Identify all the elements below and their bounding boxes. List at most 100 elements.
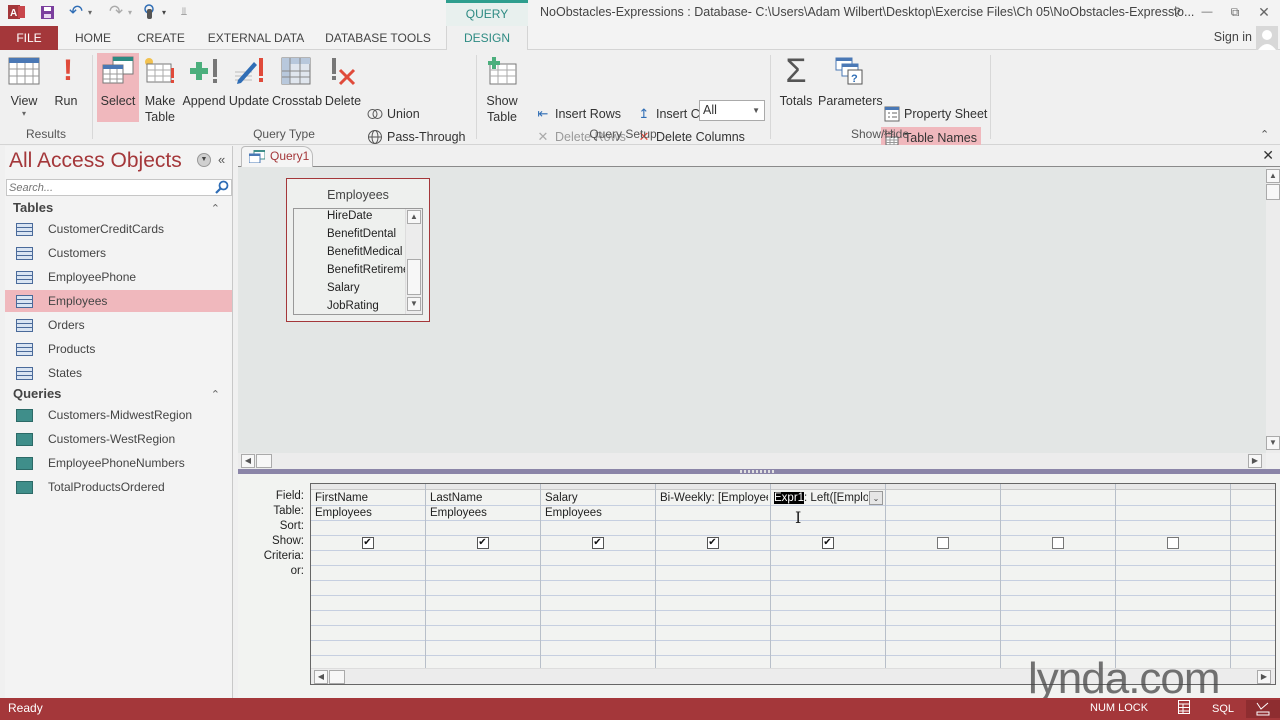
crosstab-button[interactable]: Crosstab: [272, 53, 322, 109]
nav-query-item[interactable]: EmployeePhoneNumbers: [5, 452, 232, 474]
scroll-up-icon[interactable]: ▲: [407, 210, 421, 224]
run-button[interactable]: ! Run: [50, 53, 82, 109]
nav-query-item[interactable]: TotalProductsOrdered: [5, 476, 232, 498]
field-list-item[interactable]: BenefitMedical: [327, 246, 417, 258]
user-avatar-icon[interactable]: [1256, 26, 1278, 50]
splitter-grip[interactable]: [740, 470, 776, 473]
scroll-down-icon[interactable]: ▼: [407, 297, 421, 311]
field-cell[interactable]: Salary: [545, 492, 653, 504]
field-cell[interactable]: Expr1: Left([Employ: [774, 492, 868, 504]
scroll-left-icon[interactable]: ◀: [314, 670, 328, 684]
scroll-thumb[interactable]: [329, 670, 345, 684]
datasheet-view-button[interactable]: [1176, 700, 1192, 718]
customize-qat-icon[interactable]: ⫫: [178, 3, 190, 21]
column-selector[interactable]: [1001, 484, 1115, 490]
touch-dropdown-icon[interactable]: ▾: [160, 3, 168, 21]
sign-in-link[interactable]: Sign in: [1214, 30, 1252, 44]
nav-table-item[interactable]: Products: [5, 338, 232, 360]
show-checkbox[interactable]: ✔: [476, 537, 489, 549]
column-selector[interactable]: [426, 484, 540, 490]
select-query-button[interactable]: Select: [97, 53, 139, 122]
minimize-button[interactable]: —: [1196, 3, 1218, 21]
update-button[interactable]: Update: [228, 53, 270, 109]
tab-home[interactable]: HOME: [64, 26, 122, 50]
column-selector[interactable]: [886, 484, 1000, 490]
field-dropdown-icon[interactable]: ⌄: [869, 491, 883, 505]
undo-dropdown-icon[interactable]: ▾: [86, 3, 94, 21]
tab-create[interactable]: CREATE: [132, 26, 190, 50]
table-field-list-employees[interactable]: Employees HireDate BenefitDental BenefitMe…: [286, 178, 430, 322]
delete-query-button[interactable]: Delete: [324, 53, 362, 109]
nav-pane-title[interactable]: All Access Objects: [9, 149, 182, 173]
scroll-right-icon[interactable]: ▶: [1248, 454, 1262, 468]
close-window-button[interactable]: ✕: [1253, 3, 1275, 21]
property-sheet-button[interactable]: Property Sheet: [884, 104, 987, 124]
nav-table-item[interactable]: CustomerCreditCards: [5, 218, 232, 240]
redo-dropdown-icon[interactable]: ▾: [126, 3, 134, 21]
touch-mode-icon[interactable]: [142, 3, 158, 21]
table-cell[interactable]: Employees: [430, 507, 538, 519]
field-cell[interactable]: FirstName: [315, 492, 423, 504]
undo-icon[interactable]: ↶: [66, 2, 86, 21]
tab-external-data[interactable]: EXTERNAL DATA: [204, 26, 308, 50]
field-list-item[interactable]: JobRating: [327, 300, 417, 312]
field-list-item[interactable]: BenefitDental: [327, 228, 417, 240]
nav-table-item[interactable]: Customers: [5, 242, 232, 264]
union-button[interactable]: Union: [367, 104, 420, 124]
return-select[interactable]: All ▼: [699, 100, 765, 121]
field-cell[interactable]: Bi-Weekly: [Employee: [660, 492, 768, 504]
search-icon[interactable]: [214, 180, 230, 195]
show-checkbox[interactable]: [1051, 537, 1064, 549]
table-cell[interactable]: Employees: [545, 507, 653, 519]
field-list-item[interactable]: BenefitRetirement: [327, 264, 407, 276]
nav-query-item[interactable]: Customers-MidwestRegion: [5, 404, 232, 426]
scroll-thumb[interactable]: [1266, 184, 1280, 200]
scroll-left-icon[interactable]: ◀: [241, 454, 255, 468]
table-pane-vertical-scrollbar[interactable]: ▲ ▼: [1266, 167, 1280, 453]
scroll-right-icon[interactable]: ▶: [1257, 670, 1271, 684]
view-button[interactable]: View ▾: [4, 53, 44, 119]
column-selector[interactable]: [771, 484, 885, 490]
access-logo-icon[interactable]: A: [8, 3, 26, 21]
insert-rows-button[interactable]: ⇤ Insert Rows: [535, 104, 621, 124]
design-view-button[interactable]: [1246, 700, 1280, 718]
grid-column[interactable]: Salary Employees ✔: [541, 484, 656, 684]
tab-design[interactable]: DESIGN: [446, 26, 528, 51]
tab-file[interactable]: FILE: [0, 26, 58, 50]
help-button[interactable]: ?: [1166, 3, 1188, 21]
field-list-item[interactable]: Salary: [327, 282, 417, 294]
close-document-icon[interactable]: ✕: [1262, 147, 1274, 164]
show-checkbox[interactable]: ✔: [591, 537, 604, 549]
tab-query1[interactable]: Query1: [241, 146, 313, 167]
collapse-tables-icon[interactable]: ⌃: [211, 202, 220, 215]
nav-table-item[interactable]: Employees: [5, 290, 232, 312]
show-checkbox[interactable]: ✔: [706, 537, 719, 549]
make-table-button[interactable]: Make Table: [142, 53, 178, 125]
scroll-up-icon[interactable]: ▲: [1266, 169, 1280, 183]
grid-column[interactable]: [1231, 484, 1275, 684]
column-selector[interactable]: [1116, 484, 1230, 490]
grid-column[interactable]: Bi-Weekly: [Employee ✔: [656, 484, 771, 684]
field-list-title[interactable]: Employees: [287, 188, 429, 202]
nav-section-queries[interactable]: Queries: [13, 386, 61, 401]
table-pane-horizontal-scrollbar[interactable]: ◀ ▶: [238, 453, 1266, 469]
column-selector[interactable]: [1231, 484, 1275, 490]
show-checkbox[interactable]: ✔: [361, 537, 374, 549]
sql-view-button[interactable]: SQL: [1212, 700, 1234, 718]
show-table-button[interactable]: Show Table: [482, 53, 522, 125]
collapse-ribbon-icon[interactable]: ⌃: [1260, 128, 1269, 141]
column-selector[interactable]: [656, 484, 770, 490]
shutter-bar-close-icon[interactable]: «: [218, 152, 225, 167]
nav-table-item[interactable]: Orders: [5, 314, 232, 336]
field-list-item[interactable]: HireDate: [327, 210, 417, 222]
scroll-thumb[interactable]: [407, 259, 421, 295]
grid-column[interactable]: ⌄ Expr1: Left([Employ ✔: [771, 484, 886, 684]
scroll-thumb[interactable]: [256, 454, 272, 468]
show-checkbox[interactable]: [1166, 537, 1179, 549]
column-selector[interactable]: [541, 484, 655, 490]
grid-column[interactable]: LastName Employees ✔: [426, 484, 541, 684]
field-list-scrollbar[interactable]: ▲ ▼: [405, 209, 422, 314]
nav-search-input[interactable]: [6, 179, 232, 196]
tab-database-tools[interactable]: DATABASE TOOLS: [322, 26, 434, 50]
show-checkbox[interactable]: [936, 537, 949, 549]
